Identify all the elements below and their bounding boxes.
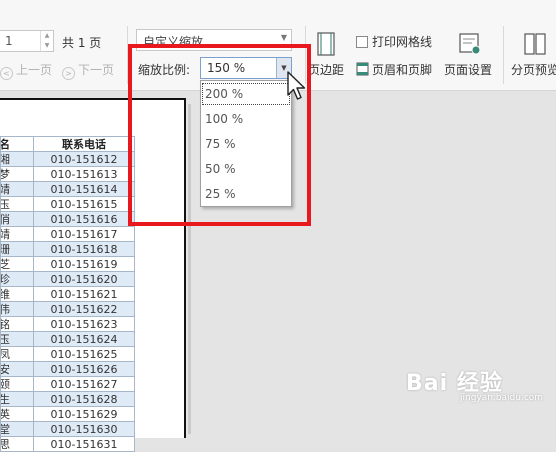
contact-table: 名 联系电话 湘010-151612梦010-151613靖010-151614… xyxy=(0,136,135,452)
name-cell: 玉 xyxy=(0,331,34,347)
name-cell: 靖 xyxy=(0,226,34,242)
phone-cell: 010-151629 xyxy=(33,406,135,422)
watermark-site: jingyan.baidu.com xyxy=(460,393,544,403)
phone-cell: 010-151621 xyxy=(33,286,135,302)
table-row: 梦010-151613 xyxy=(0,166,135,182)
page-break-preview-button[interactable]: 分页预览 xyxy=(511,61,556,78)
phone-cell: 010-151627 xyxy=(33,376,135,392)
phone-cell: 010-151620 xyxy=(33,271,135,287)
phone-cell: 010-151622 xyxy=(33,301,135,317)
name-cell: 维 xyxy=(0,286,34,302)
table-row: 玉010-151615 xyxy=(0,196,135,212)
prev-page-button[interactable]: < 上一页 xyxy=(0,61,52,80)
phone-cell: 010-151615 xyxy=(33,196,135,212)
phone-cell: 010-151624 xyxy=(33,331,135,347)
name-cell: 芝 xyxy=(0,256,34,272)
table-row: 安010-151626 xyxy=(0,361,135,377)
header-footer-label: 页眉和页脚 xyxy=(372,63,433,77)
table-row: 靖010-151614 xyxy=(0,181,135,197)
table-row: 珊010-151618 xyxy=(0,241,135,257)
next-arrow-icon: > xyxy=(62,67,75,80)
table-row: 英010-151629 xyxy=(0,406,135,422)
print-gridlines-checkbox[interactable]: 打印网格线 xyxy=(356,33,432,50)
phone-cell: 010-151617 xyxy=(33,226,135,242)
name-column-header: 名 xyxy=(0,136,34,152)
checkbox-icon[interactable] xyxy=(356,36,368,48)
print-gridlines-label: 打印网格线 xyxy=(372,35,433,49)
phone-cell: 010-151612 xyxy=(33,151,135,167)
phone-cell: 010-151616 xyxy=(33,211,135,227)
table-row: 伟010-151622 xyxy=(0,301,135,317)
name-cell: 俏 xyxy=(0,211,34,227)
phone-cell: 010-151630 xyxy=(33,421,135,437)
name-cell: 珍 xyxy=(0,271,34,287)
page-number-value: 1 xyxy=(5,34,13,48)
name-cell: 湘 xyxy=(0,151,34,167)
page-setup-icon[interactable] xyxy=(458,32,482,56)
table-row: 思010-151631 xyxy=(0,436,135,452)
header-footer-button[interactable]: 页眉和页脚 xyxy=(356,61,432,78)
table-row: 珍010-151620 xyxy=(0,271,135,287)
next-page-button[interactable]: > 下一页 xyxy=(62,61,114,80)
table-row: 生010-151628 xyxy=(0,391,135,407)
header-footer-icon xyxy=(356,62,369,76)
prev-arrow-icon: < xyxy=(0,67,13,80)
table-header-row: 名 联系电话 xyxy=(0,136,135,152)
name-cell: 安 xyxy=(0,361,34,377)
table-row: 芝010-151619 xyxy=(0,256,135,272)
table-row: 维010-151621 xyxy=(0,286,135,302)
table-row: 玉010-151624 xyxy=(0,331,135,347)
phone-cell: 010-151625 xyxy=(33,346,135,362)
margins-button[interactable]: 页边距 xyxy=(308,61,344,78)
phone-cell: 010-151614 xyxy=(33,181,135,197)
name-cell: 伟 xyxy=(0,301,34,317)
name-cell: 珊 xyxy=(0,241,34,257)
page-break-preview-icon[interactable] xyxy=(524,32,546,56)
phone-column-header: 联系电话 xyxy=(33,136,135,152)
annotation-highlight-box xyxy=(128,44,311,226)
toolbar-divider xyxy=(503,26,504,84)
chevron-down-icon: ▼ xyxy=(280,33,287,42)
name-cell: 靖 xyxy=(0,181,34,197)
name-cell: 英 xyxy=(0,406,34,422)
total-pages-label: 共 1 页 xyxy=(62,36,102,50)
table-body: 湘010-151612梦010-151613靖010-151614玉010-15… xyxy=(0,151,135,452)
phone-cell: 010-151618 xyxy=(33,241,135,257)
table-row: 湘010-151612 xyxy=(0,151,135,167)
spin-up-icon[interactable]: ▲ xyxy=(41,31,53,41)
table-row: 靖010-151617 xyxy=(0,226,135,242)
baidu-watermark: Bai 经验 jingyan.baidu.com xyxy=(406,365,543,403)
next-page-label: 下一页 xyxy=(78,63,115,77)
table-row: 颐010-151627 xyxy=(0,376,135,392)
table-row: 俏010-151616 xyxy=(0,211,135,227)
name-cell: 玉 xyxy=(0,196,34,212)
phone-cell: 010-151626 xyxy=(33,361,135,377)
name-cell: 堂 xyxy=(0,421,34,437)
name-cell: 凤 xyxy=(0,346,34,362)
spinner-buttons[interactable]: ▲ ▼ xyxy=(40,31,53,51)
page-setup-button[interactable]: 页面设置 xyxy=(444,61,492,78)
margins-icon[interactable] xyxy=(316,32,336,56)
table-row: 凤010-151625 xyxy=(0,346,135,362)
table-row: 铭010-151623 xyxy=(0,316,135,332)
phone-cell: 010-151623 xyxy=(33,316,135,332)
name-cell: 梦 xyxy=(0,166,34,182)
name-cell: 铭 xyxy=(0,316,34,332)
table-row: 堂010-151630 xyxy=(0,421,135,437)
mouse-cursor-icon xyxy=(287,71,306,100)
spin-down-icon[interactable]: ▼ xyxy=(41,41,53,51)
phone-cell: 010-151613 xyxy=(33,166,135,182)
name-cell: 生 xyxy=(0,391,34,407)
phone-cell: 010-151628 xyxy=(33,391,135,407)
phone-cell: 010-151619 xyxy=(33,256,135,272)
name-cell: 思 xyxy=(0,436,34,452)
name-cell: 颐 xyxy=(0,376,34,392)
page-number-spinner[interactable]: 1 ▲ ▼ xyxy=(0,30,54,52)
phone-cell: 010-151631 xyxy=(33,436,135,452)
prev-page-label: 上一页 xyxy=(16,63,53,77)
